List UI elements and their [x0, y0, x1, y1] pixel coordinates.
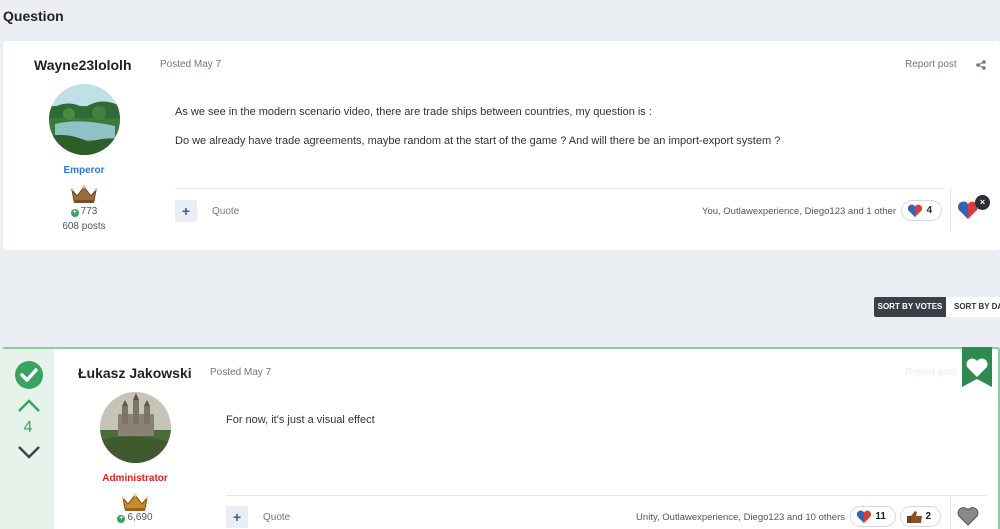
answer-quote-button[interactable]: Quote — [263, 512, 290, 523]
answer-posted-date[interactable]: Posted May 7 — [210, 367, 271, 378]
reputation-plus-icon: + — [117, 515, 126, 523]
question-reaction-summary[interactable]: 4 — [901, 200, 942, 221]
best-answer-ribbon-icon — [962, 347, 992, 387]
question-author-rank: Emperor — [63, 165, 105, 176]
answer-reaction-thumbs-up[interactable]: 2 — [900, 506, 941, 527]
answer-author-reputation: +6,690 — [85, 512, 185, 523]
multiquote-add-button[interactable]: + — [175, 200, 197, 222]
answer-thumbs-up-count: 2 — [925, 511, 931, 522]
question-paragraph-1: As we see in the modern scenario video, … — [175, 106, 652, 118]
answer-author-name[interactable]: Łukasz Jakowski — [78, 365, 192, 381]
answer-heart-count: 11 — [875, 511, 886, 522]
vote-count: 4 — [23, 419, 33, 436]
rank-crown-icon — [121, 493, 149, 511]
best-answer-check-icon — [15, 361, 43, 389]
heart-reaction-icon — [907, 204, 923, 217]
question-author-reputation: +773 — [34, 206, 134, 217]
reputation-plus-icon: + — [70, 209, 79, 217]
upvote-chevron-icon[interactable] — [17, 398, 41, 414]
question-report-post-link[interactable]: Report post — [905, 59, 957, 70]
answer-report-post-link[interactable]: Report post — [905, 367, 957, 378]
rank-crown-icon — [70, 185, 98, 203]
answer-reaction-heart[interactable]: 11 — [850, 506, 896, 527]
answer-footer-divider — [226, 495, 986, 496]
answer-reacted-by[interactable]: Unity, Outlawexperience, Diego123 and 10… — [540, 512, 845, 523]
heart-outline-react-icon[interactable] — [957, 506, 979, 526]
answer-author-rank: Administrator — [102, 473, 168, 484]
answer-reputation-value: 6,690 — [127, 512, 153, 523]
question-reaction-count: 4 — [926, 205, 932, 216]
section-title: Question — [3, 8, 64, 24]
answer-text: For now, it's just a visual effect — [226, 414, 375, 426]
sort-by-votes-button[interactable]: SORT BY VOTES — [874, 297, 946, 317]
share-icon[interactable] — [976, 60, 986, 70]
remove-reaction-close-icon[interactable]: × — [975, 195, 990, 210]
heart-reaction-icon — [856, 510, 872, 523]
multiquote-add-button[interactable]: + — [226, 506, 248, 528]
question-posted-date[interactable]: Posted May 7 — [160, 59, 221, 70]
question-author-name[interactable]: Wayne23lololh — [34, 57, 132, 73]
answer-reaction-divider — [950, 495, 951, 529]
answer-author-avatar[interactable] — [100, 392, 171, 463]
question-reputation-value: 773 — [80, 206, 98, 217]
downvote-chevron-icon[interactable] — [17, 444, 41, 460]
question-footer-divider — [175, 188, 945, 189]
thumbs-up-reaction-icon — [907, 511, 922, 523]
question-author-avatar[interactable] — [49, 84, 120, 155]
question-reacted-by[interactable]: You, Outlawexperience, Diego123 and 1 ot… — [560, 206, 896, 217]
question-author-post-count[interactable]: 608 posts — [34, 221, 134, 232]
question-quote-button[interactable]: Quote — [212, 206, 239, 217]
question-reaction-divider — [950, 188, 951, 232]
sort-by-date-button[interactable]: SORT BY DATE — [946, 297, 1000, 317]
question-paragraph-2: Do we already have trade agreements, may… — [175, 135, 781, 147]
